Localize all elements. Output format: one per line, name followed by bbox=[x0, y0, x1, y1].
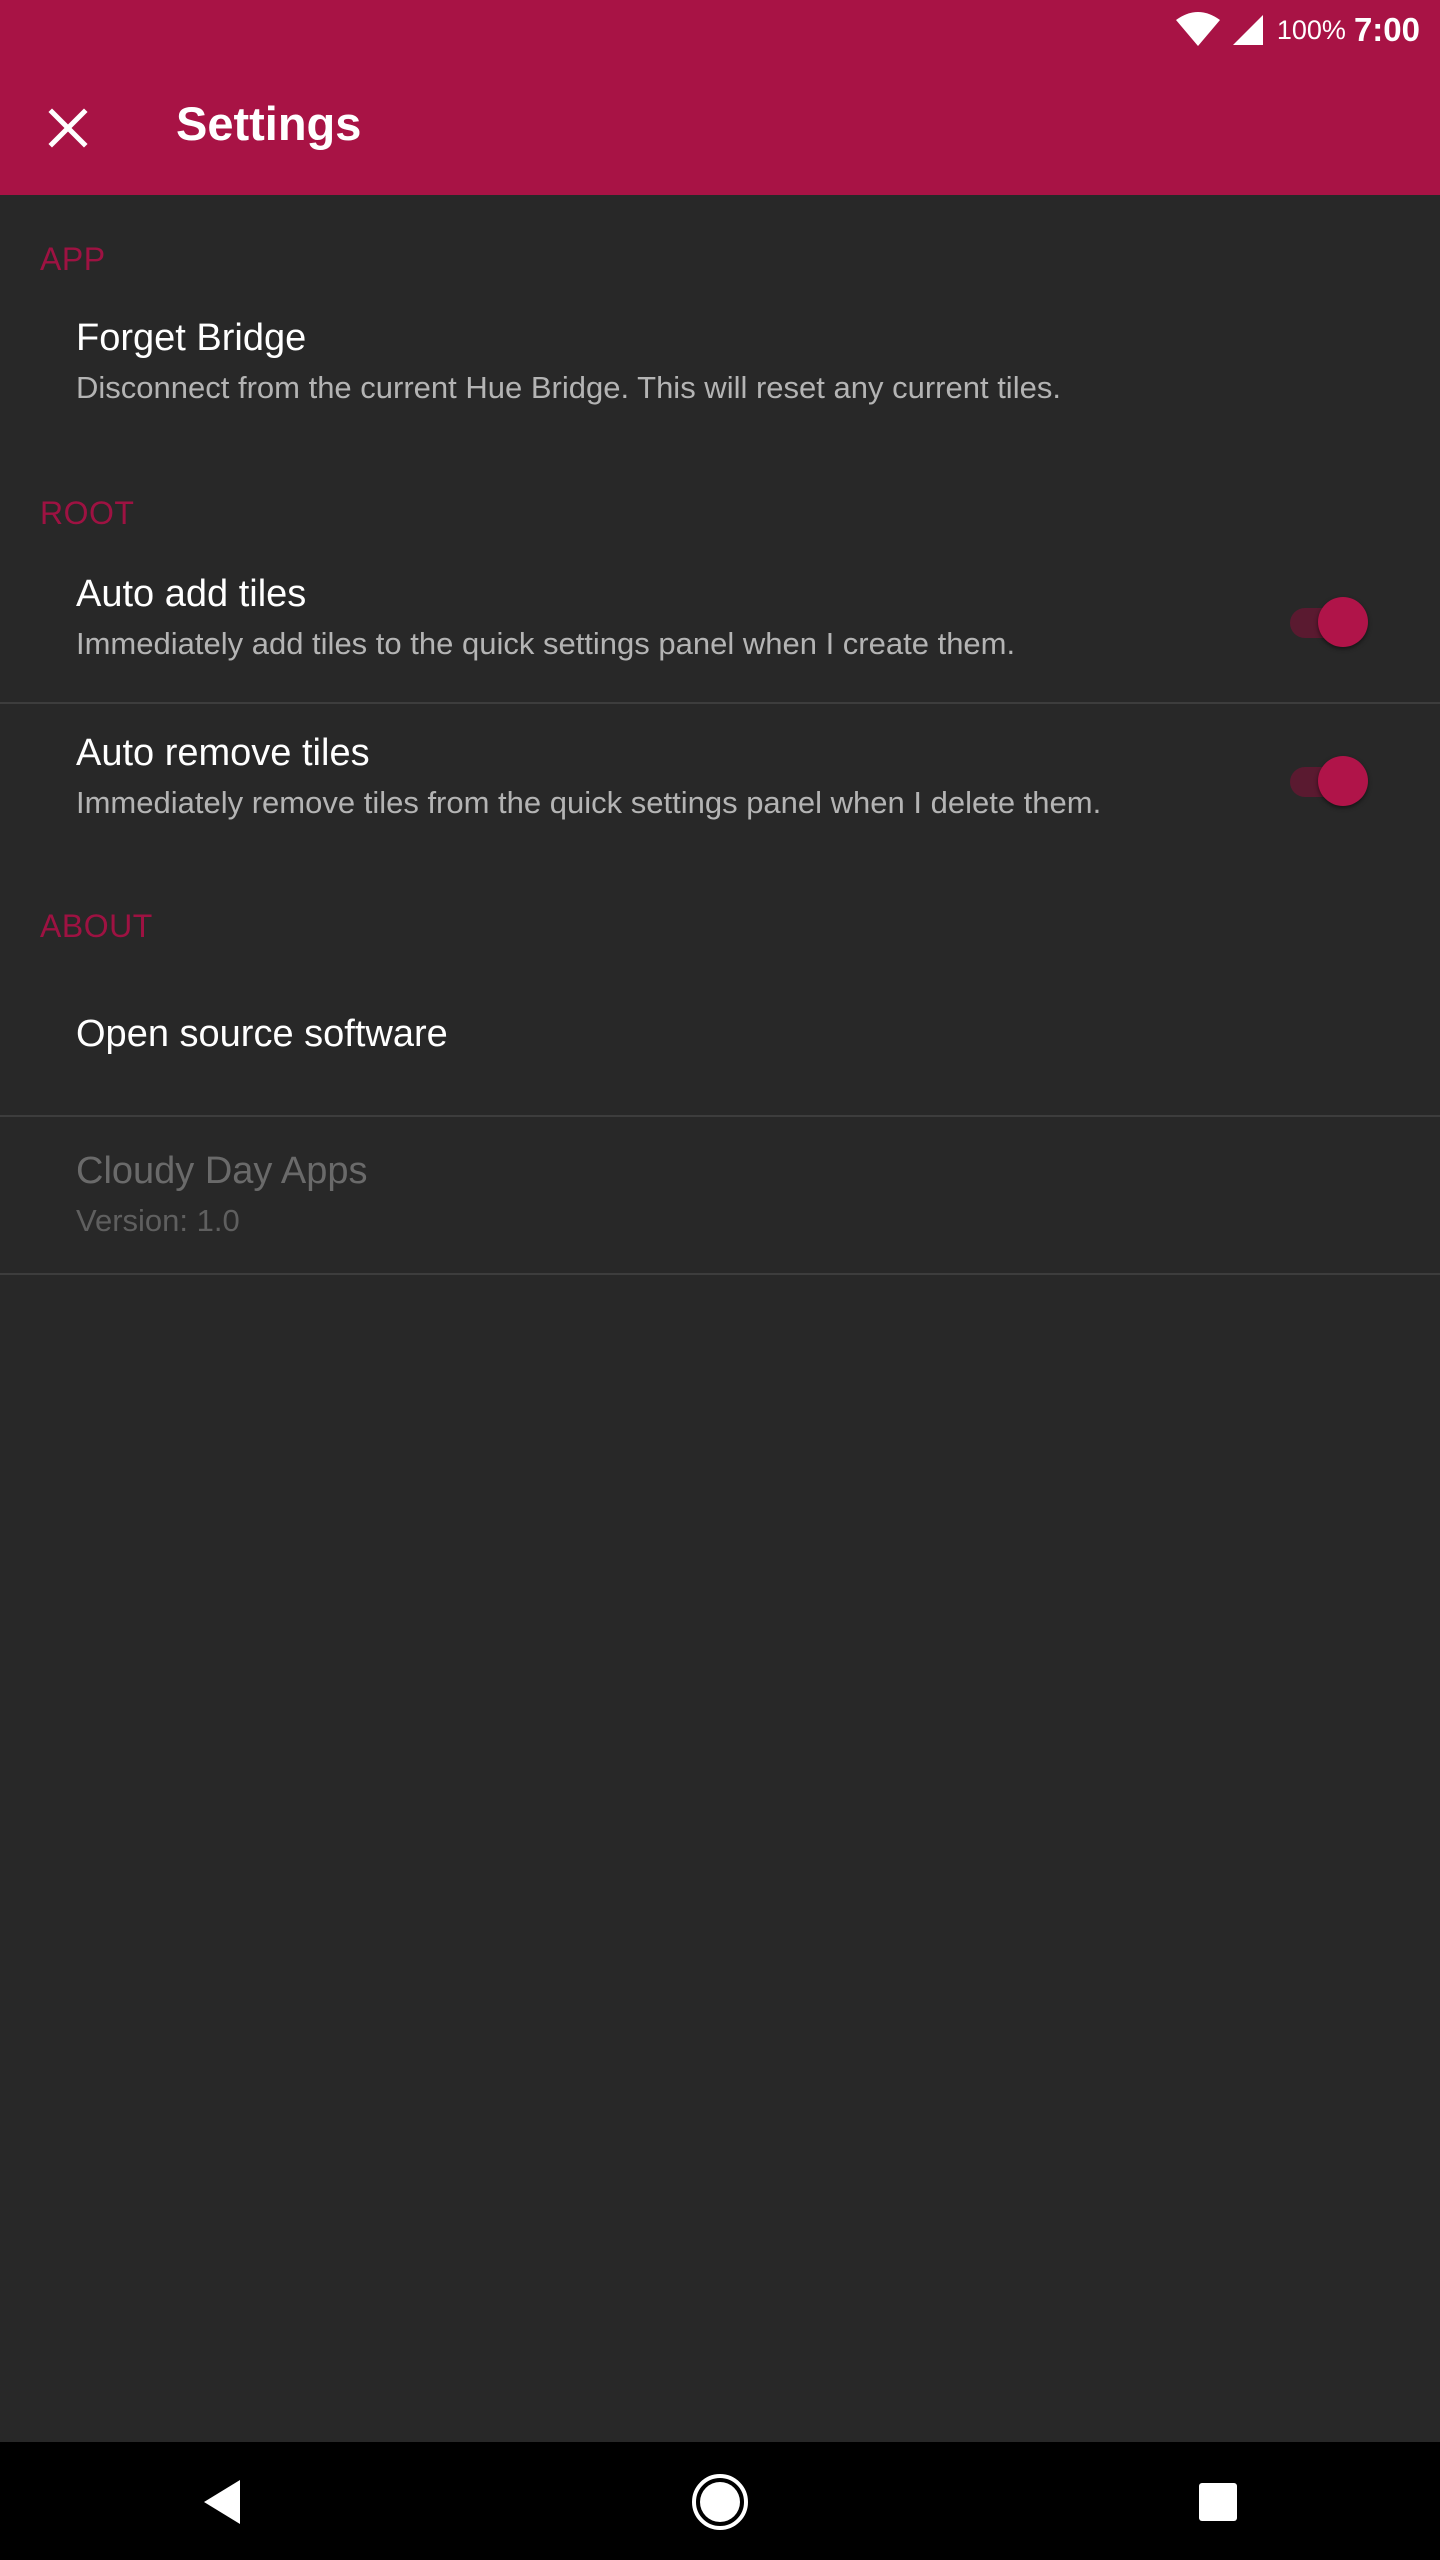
pref-title: Open source software bbox=[76, 1013, 448, 1055]
recents-button[interactable] bbox=[1178, 2462, 1258, 2542]
home-button[interactable] bbox=[680, 2462, 760, 2542]
back-button[interactable] bbox=[182, 2462, 262, 2542]
divider bbox=[0, 702, 1440, 704]
home-icon bbox=[692, 2474, 748, 2530]
pref-summary: Immediately remove tiles from the quick … bbox=[76, 785, 1102, 820]
auto-add-toggle[interactable] bbox=[1286, 595, 1370, 649]
pref-auto-remove-tiles[interactable]: Auto remove tiles Immediately remove til… bbox=[0, 705, 1440, 861]
close-icon bbox=[48, 108, 88, 148]
pref-title: Auto add tiles bbox=[76, 573, 307, 615]
wifi-icon bbox=[1175, 12, 1220, 46]
pref-auto-add-tiles[interactable]: Auto add tiles Immediately add tiles to … bbox=[0, 551, 1440, 697]
status-icons: 100% 7:00 bbox=[1175, 0, 1420, 60]
section-header-root: ROOT bbox=[40, 495, 135, 531]
status-bar: 100% 7:00 bbox=[0, 0, 1440, 60]
navigation-bar bbox=[0, 2442, 1440, 2560]
page-title: Settings bbox=[176, 97, 362, 150]
back-icon bbox=[204, 2480, 240, 2524]
battery-percentage: 100% bbox=[1276, 14, 1346, 45]
pref-forget-bridge[interactable]: Forget Bridge Disconnect from the curren… bbox=[0, 295, 1440, 445]
section-header-app: APP bbox=[40, 241, 106, 277]
section-header-about: ABOUT bbox=[40, 908, 153, 944]
pref-summary: Version: 1.0 bbox=[76, 1203, 240, 1238]
app-bar: Settings bbox=[0, 60, 1440, 195]
pref-title: Auto remove tiles bbox=[76, 732, 370, 774]
pref-open-source-software[interactable]: Open source software bbox=[0, 965, 1440, 1113]
cell-signal-icon bbox=[1232, 15, 1263, 45]
settings-screen: 100% 7:00 Settings APP Forget Bridge Dis… bbox=[0, 0, 1440, 2560]
pref-title: Cloudy Day Apps bbox=[76, 1150, 368, 1192]
pref-title: Forget Bridge bbox=[76, 317, 307, 359]
auto-remove-toggle[interactable] bbox=[1286, 754, 1370, 808]
pref-summary: Disconnect from the current Hue Bridge. … bbox=[76, 370, 1061, 405]
clock: 7:00 bbox=[1353, 11, 1420, 48]
divider bbox=[0, 1115, 1440, 1117]
divider bbox=[0, 1273, 1440, 1275]
pref-developer-info: Cloudy Day Apps Version: 1.0 bbox=[0, 1118, 1440, 1272]
close-button[interactable] bbox=[30, 90, 106, 166]
toggle-thumb bbox=[1318, 597, 1368, 647]
recents-icon bbox=[1199, 2483, 1237, 2521]
pref-summary: Immediately add tiles to the quick setti… bbox=[76, 626, 1016, 661]
toggle-thumb bbox=[1318, 756, 1368, 806]
